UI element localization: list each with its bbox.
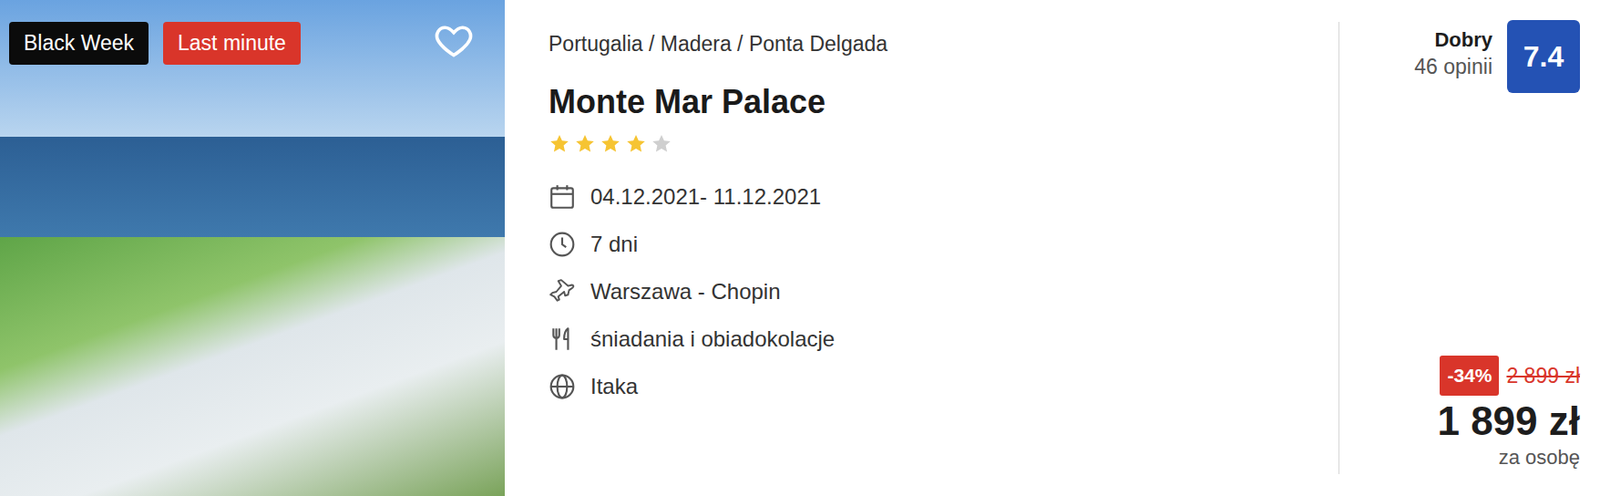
star-icon	[599, 133, 622, 155]
calendar-icon	[548, 183, 576, 211]
clock-icon	[548, 230, 576, 258]
detail-text: śniadania i obiadokolacje	[590, 326, 835, 352]
offer-card[interactable]: Black Week Last minute Portugalia / Madera…	[0, 0, 1600, 496]
detail-text: Itaka	[590, 373, 638, 400]
star-icon	[548, 133, 571, 155]
discount-badge: -34%	[1439, 355, 1499, 396]
detail-text: 7 dni	[590, 231, 638, 257]
offer-info: Portugalia / Madera / Ponta Delgada Monte…	[504, 0, 1339, 496]
detail-row: 7 dni	[548, 229, 1321, 259]
offer-badge: Black Week	[9, 21, 149, 65]
star-rating	[548, 133, 1321, 155]
plane-icon	[548, 277, 576, 306]
badge-list: Black Week Last minute	[9, 21, 301, 65]
detail-text: 04.12.2021- 11.12.2021	[590, 184, 821, 210]
globe-icon	[548, 372, 576, 400]
hotel-photo[interactable]: Black Week Last minute	[0, 0, 505, 496]
cutlery-icon	[548, 325, 576, 353]
detail-row: śniadania i obiadokolacje	[548, 324, 1321, 354]
star-icon	[625, 133, 647, 155]
star-icon	[650, 133, 673, 155]
old-price: 2 899 zł	[1506, 363, 1580, 389]
current-price: 1 899 zł	[1436, 397, 1580, 445]
price-block: -34% 2 899 zł 1 899 złza osobę	[1436, 355, 1580, 471]
price-column: Dobry46 opinii 7.4 -34% 2 899 zł 1 899 złza …	[1338, 21, 1600, 474]
heart-icon[interactable]	[431, 20, 476, 61]
price-note: za osobę	[1498, 444, 1580, 471]
rating-label: Dobry	[1414, 27, 1493, 53]
hotel-title[interactable]: Monte Mar Palace	[548, 82, 1321, 123]
detail-row: Itaka	[548, 371, 1321, 401]
detail-row: 04.12.2021- 11.12.2021	[548, 182, 1321, 212]
review-count[interactable]: 46 opinii	[1414, 52, 1493, 81]
detail-list: 04.12.2021- 11.12.2021 7 dni Warszawa - Ch…	[548, 182, 1321, 401]
score-badge: 7.4	[1507, 20, 1580, 93]
rating: Dobry46 opinii 7.4	[1414, 20, 1580, 93]
star-icon	[574, 133, 596, 155]
breadcrumb[interactable]: Portugalia / Madera / Ponta Delgada	[548, 30, 1321, 57]
offer-badge: Last minute	[163, 21, 301, 65]
detail-row: Warszawa - Chopin	[548, 276, 1321, 307]
detail-text: Warszawa - Chopin	[590, 278, 781, 305]
